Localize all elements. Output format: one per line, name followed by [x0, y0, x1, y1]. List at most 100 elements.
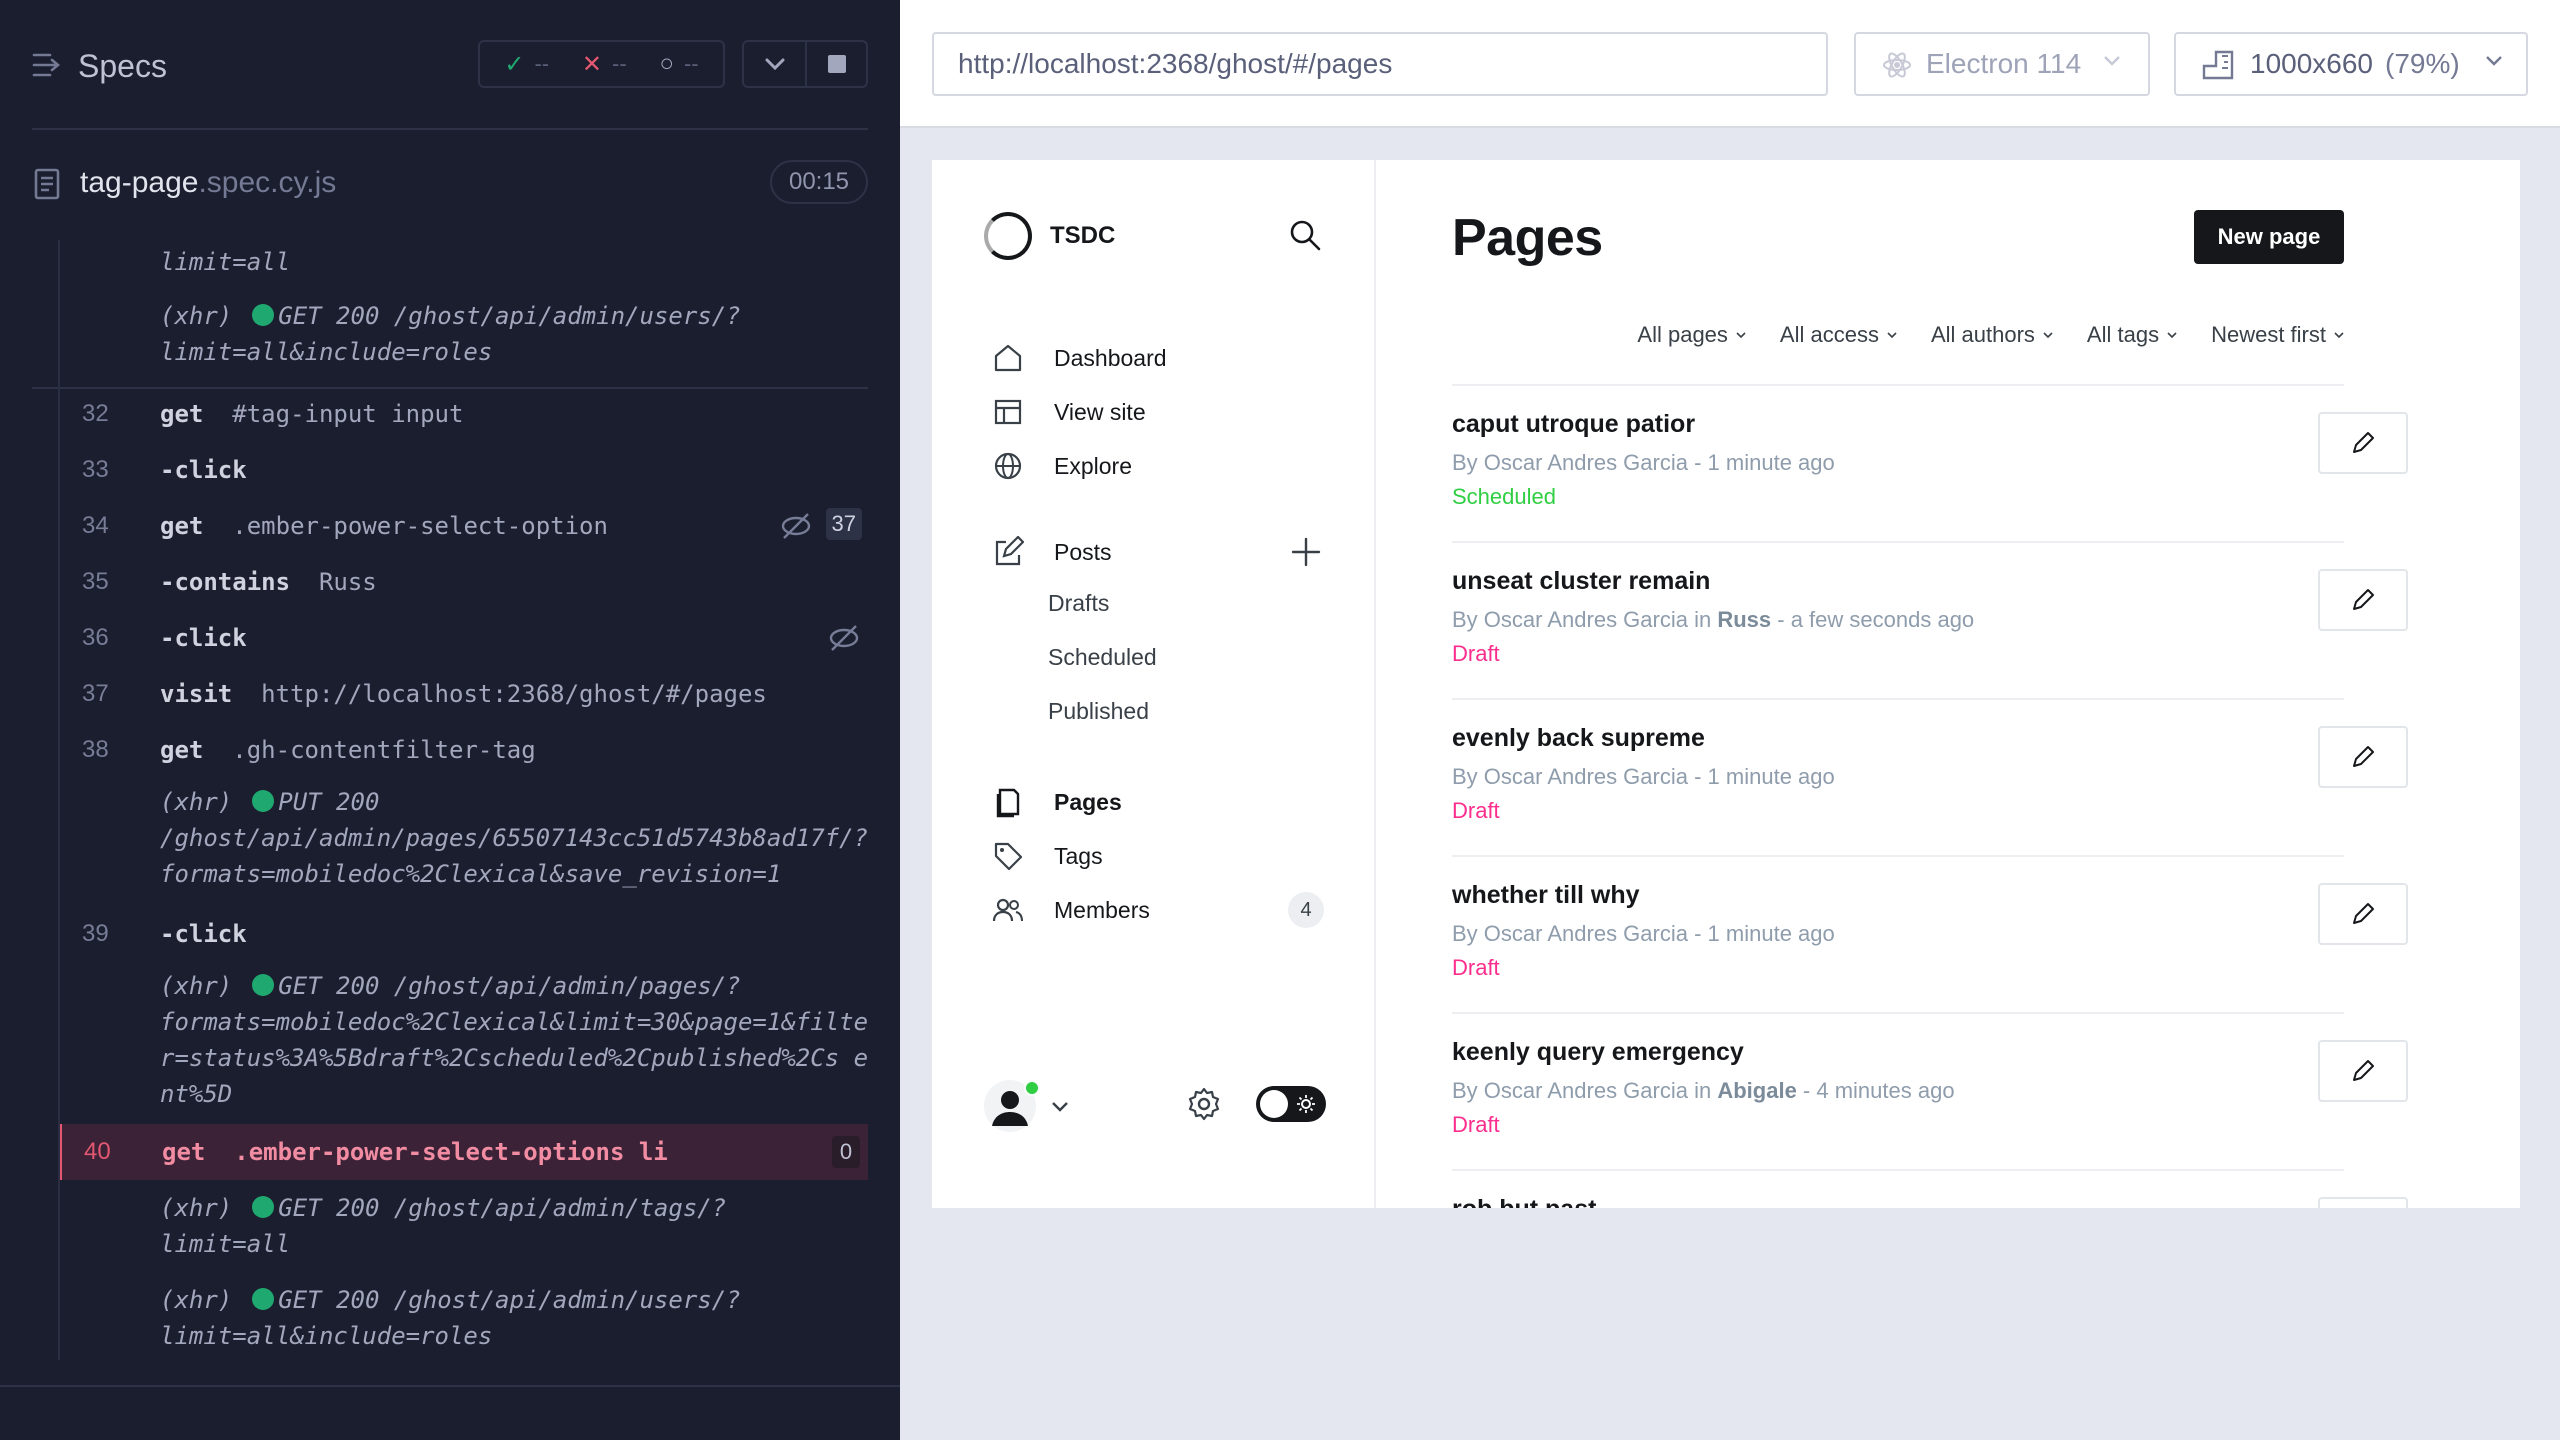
list-item[interactable]: keenly query emergency By Oscar Andres G… — [1452, 1012, 2408, 1169]
url-field[interactable]: http://localhost:2368/ghost/#/pages — [932, 32, 1828, 96]
list-item[interactable]: whether till why By Oscar Andres Garcia … — [1452, 855, 2408, 1012]
pencil-icon — [2353, 746, 2374, 767]
post-title[interactable]: evenly back supreme — [1452, 724, 1705, 753]
viewport-selector[interactable]: 1000x660 (79%) — [2174, 32, 2528, 96]
xhr-log-entry[interactable]: (xhr) GET 200 /ghost/api/admin/tags/? limi… — [60, 1190, 868, 1266]
nav-explore[interactable]: Explore — [992, 446, 1332, 486]
command-row[interactable]: 38 get .gh-contentfilter-tag — [60, 726, 868, 774]
command-row[interactable]: 39 -click — [60, 910, 868, 958]
search-icon[interactable] — [1288, 218, 1322, 252]
edit-button[interactable] — [2318, 883, 2408, 945]
command-row[interactable]: 33 -click — [60, 446, 868, 494]
failed-stat: ✕ -- — [581, 50, 627, 78]
post-meta: By Oscar Andres Garcia - 1 minute ago — [1452, 450, 1835, 475]
members-icon — [992, 898, 1023, 922]
chevron-down-icon — [2486, 56, 2502, 66]
chevron-down-icon — [765, 58, 784, 71]
post-meta: By Oscar Andres Garcia - 1 minute ago — [1452, 764, 1835, 789]
status-dot-icon — [252, 974, 275, 996]
nav-tags[interactable]: Tags — [992, 836, 1332, 876]
nav-scheduled[interactable]: Scheduled — [1048, 644, 1157, 671]
site-name[interactable]: TSDC — [1050, 222, 1115, 250]
pencil-icon — [2353, 903, 2374, 924]
ruler-icon — [2202, 50, 2234, 80]
xhr-log-entry[interactable]: limit=all — [60, 244, 868, 280]
toggle-knob — [1260, 1090, 1288, 1118]
specs-title[interactable]: Specs — [78, 48, 167, 85]
filter-access[interactable]: All access — [1780, 322, 1897, 348]
gear-icon[interactable] — [1186, 1086, 1222, 1122]
test-stats: ✓ -- ✕ -- ○ -- — [478, 40, 725, 88]
xhr-log-entry[interactable]: (xhr) GET 200 /ghost/api/admin/users/? lim… — [60, 1282, 868, 1358]
post-title[interactable]: unseat cluster remain — [1452, 567, 1710, 596]
sun-icon — [1297, 1095, 1315, 1113]
post-title[interactable]: whether till why — [1452, 881, 1640, 910]
nav-members[interactable]: Members — [992, 890, 1332, 930]
electron-icon — [1883, 52, 1911, 78]
filter-type[interactable]: All pages — [1637, 322, 1746, 348]
pages-list: caput utroque patior By Oscar Andres Gar… — [1452, 384, 2408, 1208]
status-dot-icon — [252, 1288, 275, 1310]
dark-mode-toggle[interactable] — [1256, 1086, 1326, 1122]
filter-tags[interactable]: All tags — [2087, 322, 2177, 348]
globe-icon — [994, 452, 1022, 480]
post-meta: By Oscar Andres Garcia - 1 minute ago — [1452, 921, 1835, 946]
xhr-log-entry[interactable]: (xhr) GET 200 /ghost/api/admin/users/? lim… — [60, 298, 868, 374]
list-item[interactable]: rob but past — [1452, 1169, 2408, 1208]
post-title[interactable]: caput utroque patior — [1452, 410, 1695, 439]
command-row[interactable]: 32 get #tag-input input — [60, 390, 868, 438]
command-row[interactable]: 35 -contains Russ — [60, 558, 868, 606]
nav-published[interactable]: Published — [1048, 698, 1149, 725]
command-row[interactable]: 37 visit http://localhost:2368/ghost/#/p… — [60, 670, 868, 718]
command-row-active[interactable]: 40 get .ember-power-select-options li 0 — [60, 1124, 868, 1180]
site-logo[interactable] — [984, 212, 1032, 260]
command-row[interactable]: 34 get .ember-power-select-option 37 — [60, 502, 868, 550]
nav-dashboard[interactable]: Dashboard — [992, 338, 1332, 378]
browser-selector[interactable]: Electron 114 — [1854, 32, 2150, 96]
status-label: Draft — [1452, 1112, 1500, 1137]
edit-button[interactable] — [2318, 569, 2408, 631]
aut-toolbar: http://localhost:2368/ghost/#/pages Elec… — [900, 0, 2560, 128]
edit-button[interactable] — [2318, 1040, 2408, 1102]
status-label: Draft — [1452, 798, 1500, 823]
command-row[interactable]: 36 -click — [60, 614, 868, 662]
passed-stat: ✓ -- — [504, 50, 550, 78]
members-count-badge: 4 — [1288, 892, 1324, 928]
stop-button[interactable] — [805, 42, 866, 86]
nav-drafts[interactable]: Drafts — [1048, 590, 1109, 617]
runner-controls — [742, 40, 868, 88]
command-log[interactable]: limit=all (xhr) GET 200 /ghost/api/admin/… — [58, 240, 868, 1360]
edit-button[interactable] — [2318, 726, 2408, 788]
nav-view-site[interactable]: View site — [992, 392, 1332, 432]
edit-button[interactable] — [2318, 412, 2408, 474]
status-dot-icon — [252, 1196, 275, 1218]
nav-posts[interactable]: Posts — [992, 532, 1332, 572]
header-divider — [32, 128, 868, 130]
list-item[interactable]: caput utroque patior By Oscar Andres Gar… — [1452, 384, 2408, 541]
pencil-square-icon — [995, 536, 1024, 566]
xhr-log-entry[interactable]: (xhr) GET 200 /ghost/api/admin/pages/? for… — [60, 968, 868, 1118]
spec-duration: 00:15 — [770, 160, 868, 204]
filter-order[interactable]: Newest first — [2211, 322, 2344, 348]
nav-pages[interactable]: Pages — [992, 782, 1332, 822]
xhr-log-entry[interactable]: (xhr) PUT 200/ghost/api/admin/pages/65507… — [60, 784, 868, 896]
element-count-badge: 0 — [832, 1136, 860, 1168]
edit-button[interactable] — [2318, 1197, 2408, 1208]
filter-authors[interactable]: All authors — [1931, 322, 2053, 348]
status-label: Scheduled — [1452, 484, 1556, 509]
eye-off-icon — [781, 513, 811, 539]
collapse-button[interactable] — [744, 42, 805, 86]
app-under-test-area: http://localhost:2368/ghost/#/pages Elec… — [900, 0, 2560, 1440]
chevron-down-icon[interactable] — [1050, 1100, 1070, 1114]
specs-list-icon[interactable] — [32, 52, 62, 78]
list-item[interactable]: unseat cluster remain By Oscar Andres Ga… — [1452, 541, 2408, 698]
new-post-plus-icon[interactable] — [1290, 536, 1322, 568]
post-title[interactable]: rob but past — [1452, 1195, 1596, 1208]
post-title[interactable]: keenly query emergency — [1452, 1038, 1744, 1067]
post-meta: By Oscar Andres Garcia in Abigale - 4 mi… — [1452, 1078, 1955, 1103]
list-item[interactable]: evenly back supreme By Oscar Andres Garc… — [1452, 698, 2408, 855]
runner-footer — [0, 1385, 900, 1440]
new-page-button[interactable]: New page — [2194, 210, 2344, 264]
pencil-icon — [2353, 589, 2374, 610]
eye-off-icon — [829, 625, 859, 651]
